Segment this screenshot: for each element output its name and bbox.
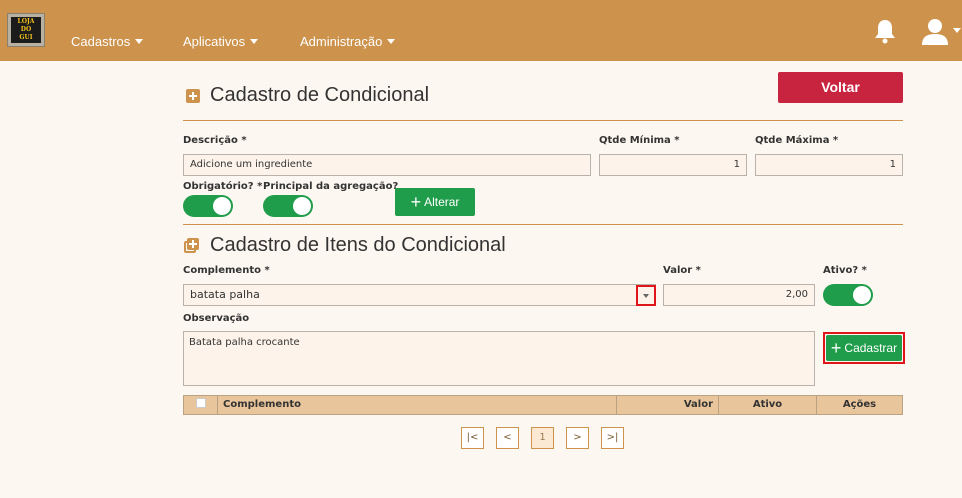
plus-icon: + xyxy=(410,192,422,212)
pagination-page-1[interactable]: 1 xyxy=(531,427,554,449)
pagination-first[interactable]: |< xyxy=(461,427,484,449)
observacao-label: Observação xyxy=(183,313,250,324)
col-ativo[interactable]: Ativo xyxy=(719,396,817,414)
toggle-knob xyxy=(853,286,871,304)
toggle-knob xyxy=(213,197,231,215)
chevron-down-icon xyxy=(387,39,396,44)
toggle-knob xyxy=(293,197,311,215)
pagination-next[interactable]: > xyxy=(566,427,589,449)
descricao-input[interactable]: Adicione um ingrediente xyxy=(183,154,591,176)
user-menu-chevron-icon[interactable] xyxy=(953,28,961,33)
qtde-minima-input[interactable]: 1 xyxy=(599,154,747,176)
pagination-last[interactable]: >| xyxy=(601,427,624,449)
col-complemento[interactable]: Complemento xyxy=(218,396,617,414)
divider xyxy=(183,120,903,121)
logo[interactable]: LOJA DO GUI xyxy=(7,13,45,47)
chevron-down-icon xyxy=(643,294,649,298)
chevron-down-icon xyxy=(250,39,259,44)
pagination-prev[interactable]: < xyxy=(496,427,519,449)
nav-cadastros[interactable]: Cadastros xyxy=(71,33,144,51)
select-all-checkbox[interactable] xyxy=(195,398,206,408)
user-icon[interactable] xyxy=(920,16,950,46)
col-acoes: Ações xyxy=(842,399,877,410)
qtde-minima-label: Qtde Mínima * xyxy=(599,135,680,146)
complemento-label: Complemento * xyxy=(183,265,270,276)
divider xyxy=(183,224,903,225)
complemento-select[interactable]: batata palha xyxy=(183,284,656,306)
bell-icon[interactable] xyxy=(874,18,896,44)
chevron-down-icon xyxy=(135,39,144,44)
valor-input[interactable]: 2,00 xyxy=(663,284,815,306)
nav-aplicativos[interactable]: Aplicativos xyxy=(183,33,259,51)
principal-agregacao-label: Principal da agregação? xyxy=(263,181,399,192)
cadastrar-button[interactable]: + Cadastrar xyxy=(826,335,902,361)
complemento-dropdown-toggle[interactable] xyxy=(636,285,656,306)
itens-table-header: Complemento Valor Ativo Ações xyxy=(183,395,903,415)
ativo-toggle[interactable] xyxy=(823,284,873,306)
ativo-label: Ativo? * xyxy=(823,265,867,276)
page-title: Cadastro de Condicional xyxy=(210,84,430,106)
obrigatorio-toggle[interactable] xyxy=(183,195,233,217)
obrigatorio-label: Obrigatório? * xyxy=(183,181,263,192)
plus-square-icon xyxy=(186,89,200,103)
observacao-textarea[interactable]: Batata palha crocante xyxy=(183,331,815,386)
plus-icon: + xyxy=(830,338,842,358)
qtde-maxima-input[interactable]: 1 xyxy=(755,154,903,176)
descricao-label: Descrição * xyxy=(183,135,247,146)
select-all-cell xyxy=(184,396,218,414)
alterar-button[interactable]: + Alterar xyxy=(395,188,475,216)
qtde-maxima-label: Qtde Máxima * xyxy=(755,135,839,146)
voltar-button[interactable]: Voltar xyxy=(778,72,903,103)
itens-section-title: Cadastro de Itens do Condicional xyxy=(210,234,506,256)
logo-mark: LOJA DO GUI xyxy=(11,17,41,43)
col-valor[interactable]: Valor xyxy=(617,396,719,414)
nav-administracao[interactable]: Administração xyxy=(300,33,396,51)
add-stack-icon xyxy=(184,238,200,254)
valor-label: Valor * xyxy=(663,265,701,276)
top-navbar: LOJA DO GUI Cadastros Aplicativos Admini… xyxy=(0,0,962,61)
principal-agregacao-toggle[interactable] xyxy=(263,195,313,217)
